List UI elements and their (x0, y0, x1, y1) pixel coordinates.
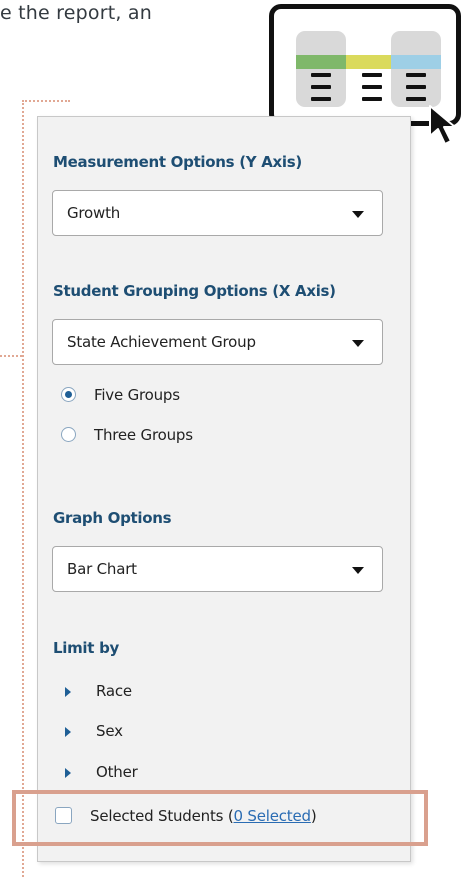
graph-options-title: Graph Options (53, 509, 172, 527)
radio-label: Three Groups (94, 426, 193, 444)
measurement-options-title: Measurement Options (Y Axis) (53, 153, 302, 171)
guide-line-left (0, 355, 22, 357)
graph-select[interactable]: Bar Chart (52, 546, 383, 592)
intro-text-fragment: e the report, an (0, 2, 152, 24)
icon-column-1 (296, 31, 346, 107)
triangle-right-icon (65, 768, 71, 778)
limit-by-title: Limit by (53, 639, 119, 657)
icon-column-3 (391, 31, 441, 107)
triangle-right-icon (65, 727, 71, 737)
radio-label: Five Groups (94, 386, 180, 404)
graph-select-value: Bar Chart (67, 560, 137, 578)
grouping-options-title: Student Grouping Options (X Axis) (53, 282, 336, 300)
grouping-select-value: State Achievement Group (67, 333, 256, 351)
triangle-right-icon (65, 687, 71, 697)
limit-item-label: Race (96, 682, 132, 700)
radio-button-selected[interactable] (61, 387, 76, 402)
measurement-select-value: Growth (67, 204, 121, 222)
grouping-select[interactable]: State Achievement Group (52, 319, 383, 365)
caret-down-icon (352, 211, 364, 218)
measurement-select[interactable]: Growth (52, 190, 383, 236)
limit-item-label: Other (96, 763, 138, 781)
guide-line-vertical (22, 100, 24, 877)
selected-students-highlight (12, 790, 428, 846)
caret-down-icon (352, 567, 364, 574)
cursor-arrow-icon (429, 105, 456, 145)
radio-button[interactable] (61, 427, 76, 442)
limit-item-label: Sex (96, 722, 123, 740)
caret-down-icon (352, 340, 364, 347)
icon-column-2 (346, 31, 396, 107)
guide-line-top (22, 100, 70, 102)
report-options-panel: Measurement Options (Y Axis) Growth Stud… (37, 116, 411, 862)
